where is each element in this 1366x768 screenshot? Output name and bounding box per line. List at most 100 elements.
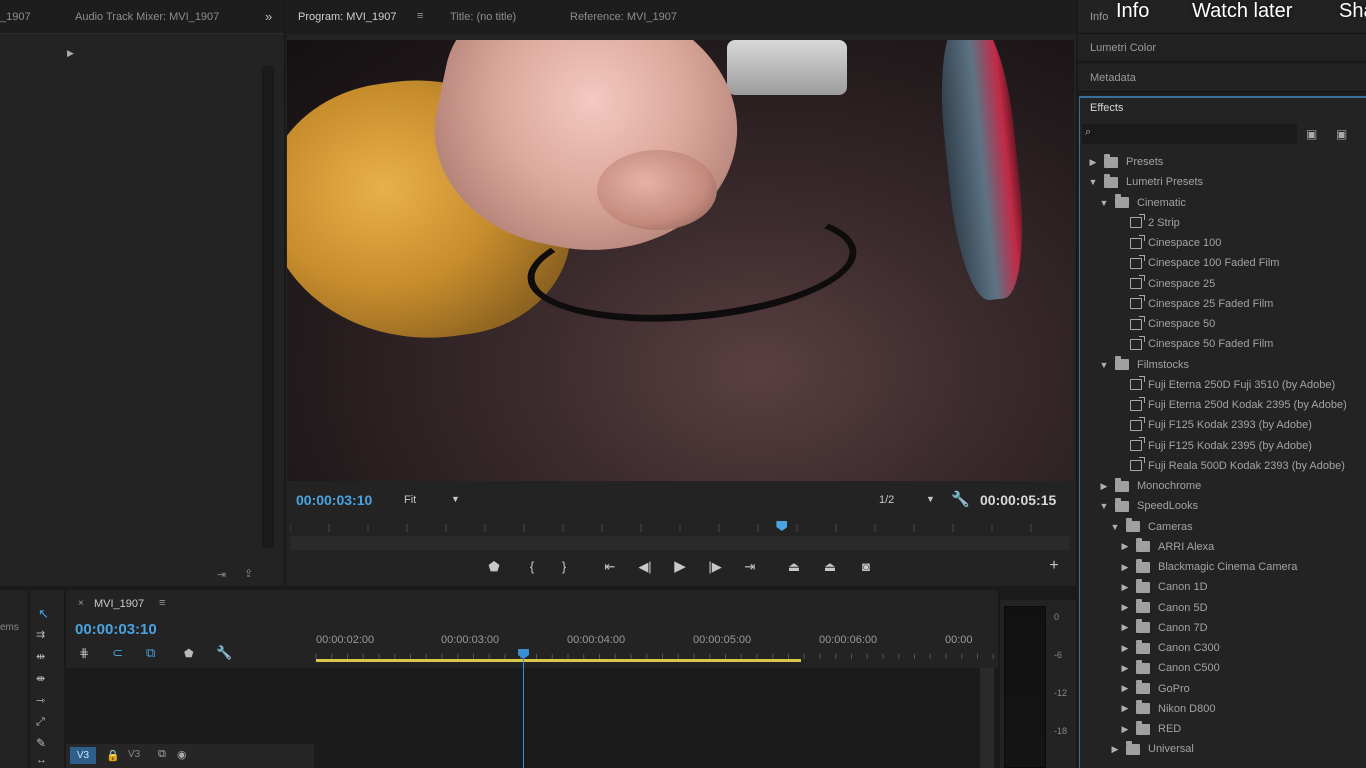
linked-selection-icon[interactable]: ⧉ bbox=[146, 645, 155, 661]
effects-tree-folder[interactable]: ▶ Presets bbox=[1088, 152, 1163, 172]
rolling-edit-tool-icon[interactable]: ⇼ bbox=[36, 672, 45, 685]
effects-tree-preset[interactable]: Cinespace 25 bbox=[1130, 274, 1215, 294]
triangle-down-icon[interactable]: ▼ bbox=[1099, 198, 1109, 208]
track-label-v3[interactable]: V3 bbox=[128, 749, 140, 760]
tab-metadata[interactable]: Metadata bbox=[1090, 72, 1136, 84]
triangle-down-icon[interactable]: ▼ bbox=[1110, 522, 1120, 532]
tab-metadata-header[interactable]: Metadata bbox=[1078, 64, 1366, 92]
close-icon[interactable]: × bbox=[78, 598, 84, 609]
effects-tree-folder[interactable]: ▼ Filmstocks bbox=[1099, 355, 1189, 375]
effects-tree-folder[interactable]: ▼ Lumetri Presets bbox=[1088, 172, 1203, 192]
triangle-right-icon[interactable]: ▶ bbox=[1120, 541, 1130, 552]
program-time-ruler[interactable] bbox=[289, 524, 1070, 534]
nest-toggle-icon[interactable]: ⋕ bbox=[79, 646, 89, 660]
tab-reference[interactable]: Reference: MVI_1907 bbox=[570, 11, 677, 23]
effects-tree-folder[interactable]: ▶ RED bbox=[1120, 719, 1181, 739]
triangle-right-icon[interactable]: ▶ bbox=[67, 48, 74, 59]
effects-tree-folder[interactable]: ▶ Canon 1D bbox=[1120, 577, 1208, 597]
go-to-out-icon[interactable]: ⇥ bbox=[740, 559, 760, 575]
tab-info[interactable]: Info bbox=[1090, 11, 1108, 23]
triangle-down-icon[interactable]: ▼ bbox=[1099, 360, 1109, 370]
triangle-right-icon[interactable]: ▶ bbox=[1110, 744, 1120, 755]
add-button-icon[interactable]: + bbox=[1044, 558, 1064, 574]
triangle-right-icon[interactable]: ▶ bbox=[1088, 157, 1098, 168]
effects-tree-preset[interactable]: Fuji F125 Kodak 2395 (by Adobe) bbox=[1130, 436, 1312, 456]
double-chevron-right-icon[interactable]: » bbox=[265, 9, 272, 24]
chevron-down-icon[interactable]: ▼ bbox=[451, 494, 460, 504]
snap-icon[interactable]: ⊂ bbox=[112, 645, 123, 661]
panel-menu-icon[interactable]: ≡ bbox=[159, 597, 165, 609]
effects-tree-folder[interactable]: ▶ ARRI Alexa bbox=[1120, 537, 1214, 557]
step-forward-icon[interactable]: |▶ bbox=[705, 559, 725, 575]
tab-audio-track-mixer[interactable]: Audio Track Mixer: MVI_1907 bbox=[75, 11, 219, 23]
yt-share-button[interactable]: Sha bbox=[1339, 0, 1366, 23]
new-bin-icon[interactable]: ▣ bbox=[1306, 127, 1317, 141]
triangle-right-icon[interactable]: ▶ bbox=[1120, 703, 1130, 714]
yt-info-button[interactable]: Info bbox=[1116, 0, 1149, 23]
tab-lumetri-color[interactable]: Lumetri Color bbox=[1090, 42, 1156, 54]
effects-tree-folder[interactable]: ▶ Canon C300 bbox=[1120, 638, 1220, 658]
rate-stretch-tool-icon[interactable]: ⇾ bbox=[36, 694, 45, 707]
tab-lumetri-color-header[interactable]: Lumetri Color bbox=[1078, 34, 1366, 62]
triangle-right-icon[interactable]: ▶ bbox=[1120, 663, 1130, 674]
tab-title[interactable]: Title: (no title) bbox=[450, 11, 516, 23]
insert-icon[interactable]: ⇥ bbox=[217, 568, 226, 581]
step-back-icon[interactable]: ◀| bbox=[635, 559, 655, 575]
program-current-timecode[interactable]: 00:00:03:10 bbox=[296, 492, 372, 508]
effects-tree-folder[interactable]: ▶ Canon 5D bbox=[1120, 598, 1208, 618]
triangle-right-icon[interactable]: ▶ bbox=[1120, 724, 1130, 735]
effects-tree-folder[interactable]: ▼ Cinematic bbox=[1099, 193, 1186, 213]
effects-tree-preset[interactable]: Fuji Eterna 250D Fuji 3510 (by Adobe) bbox=[1130, 375, 1335, 395]
effects-tree-folder[interactable]: ▶ Monochrome bbox=[1099, 476, 1201, 496]
add-marker-icon[interactable]: ⬟ bbox=[184, 647, 194, 660]
lift-icon[interactable]: ⏏ bbox=[784, 559, 804, 575]
triangle-down-icon[interactable]: ▼ bbox=[1099, 501, 1109, 511]
timeline-current-timecode[interactable]: 00:00:03:10 bbox=[75, 621, 157, 638]
play-icon[interactable]: ▶ bbox=[670, 559, 690, 575]
export-frame-icon[interactable]: ◙ bbox=[856, 559, 876, 575]
extract-icon[interactable]: ⏏ bbox=[820, 559, 840, 575]
pen-tool-icon[interactable]: ✎ bbox=[36, 736, 46, 750]
triangle-right-icon[interactable]: ▶ bbox=[1120, 562, 1130, 573]
tab-program[interactable]: Program: MVI_1907 bbox=[298, 11, 396, 23]
triangle-right-icon[interactable]: ▶ bbox=[1120, 643, 1130, 654]
razor-tool-icon[interactable]: ⤢ bbox=[36, 716, 45, 729]
chevron-down-icon[interactable]: ▼ bbox=[926, 494, 935, 504]
tab-source[interactable]: _1907 bbox=[0, 11, 31, 23]
effects-search-input[interactable]: ⌕ bbox=[1082, 124, 1297, 144]
wrench-icon[interactable]: 🔧 bbox=[951, 490, 970, 508]
effects-tree-preset[interactable]: 2 Strip bbox=[1130, 213, 1180, 233]
lock-icon[interactable]: 🔒 bbox=[106, 749, 120, 762]
effects-tree-preset[interactable]: Fuji F125 Kodak 2393 (by Adobe) bbox=[1130, 415, 1312, 435]
triangle-right-icon[interactable]: ▶ bbox=[1120, 683, 1130, 694]
triangle-down-icon[interactable]: ▼ bbox=[1088, 177, 1098, 187]
source-patch-v3[interactable]: V3 bbox=[70, 747, 96, 764]
effects-tree-folder[interactable]: ▶ Nikon D800 bbox=[1120, 699, 1215, 719]
timeline-scrollbar[interactable] bbox=[980, 668, 994, 768]
effects-tree-preset[interactable]: Fuji Reala 500D Kodak 2393 (by Adobe) bbox=[1130, 456, 1345, 476]
panel-menu-icon[interactable]: ≡ bbox=[417, 10, 423, 22]
yt-watch-later-button[interactable]: Watch later bbox=[1192, 0, 1292, 23]
go-to-in-icon[interactable]: ⇤ bbox=[600, 559, 620, 575]
selection-tool-icon[interactable]: ↖ bbox=[38, 606, 49, 622]
ripple-edit-tool-icon[interactable]: ⇹ bbox=[36, 650, 45, 663]
track-select-tool-icon[interactable]: ⇉ bbox=[36, 628, 45, 641]
effects-tree-folder[interactable]: ▶ GoPro bbox=[1120, 679, 1190, 699]
resolution-select[interactable]: 1/2 bbox=[879, 494, 894, 506]
triangle-right-icon[interactable]: ▶ bbox=[1120, 582, 1130, 593]
effects-tree-folder[interactable]: ▶ Blackmagic Cinema Camera bbox=[1120, 557, 1297, 577]
triangle-right-icon[interactable]: ▶ bbox=[1099, 481, 1109, 492]
triangle-right-icon[interactable]: ▶ bbox=[1120, 622, 1130, 633]
eye-icon[interactable]: ◉ bbox=[177, 748, 187, 761]
effects-tree-preset[interactable]: Cinespace 50 Faded Film bbox=[1130, 334, 1273, 354]
program-video-frame[interactable] bbox=[287, 40, 1074, 481]
export-icon[interactable]: ⇪ bbox=[244, 567, 253, 580]
effects-tree-preset[interactable]: Cinespace 100 Faded Film bbox=[1130, 253, 1279, 273]
slip-tool-icon[interactable]: ↔ bbox=[36, 754, 47, 766]
program-zoom-scrollbar[interactable] bbox=[290, 536, 1070, 550]
effects-tree-folder[interactable]: ▶ Universal bbox=[1110, 739, 1194, 759]
new-bin-icon[interactable]: ▣ bbox=[1336, 127, 1347, 141]
source-scrollbar[interactable] bbox=[262, 66, 274, 548]
effects-tree-preset[interactable]: Cinespace 25 Faded Film bbox=[1130, 294, 1273, 314]
zoom-level-select[interactable]: Fit bbox=[404, 494, 416, 506]
